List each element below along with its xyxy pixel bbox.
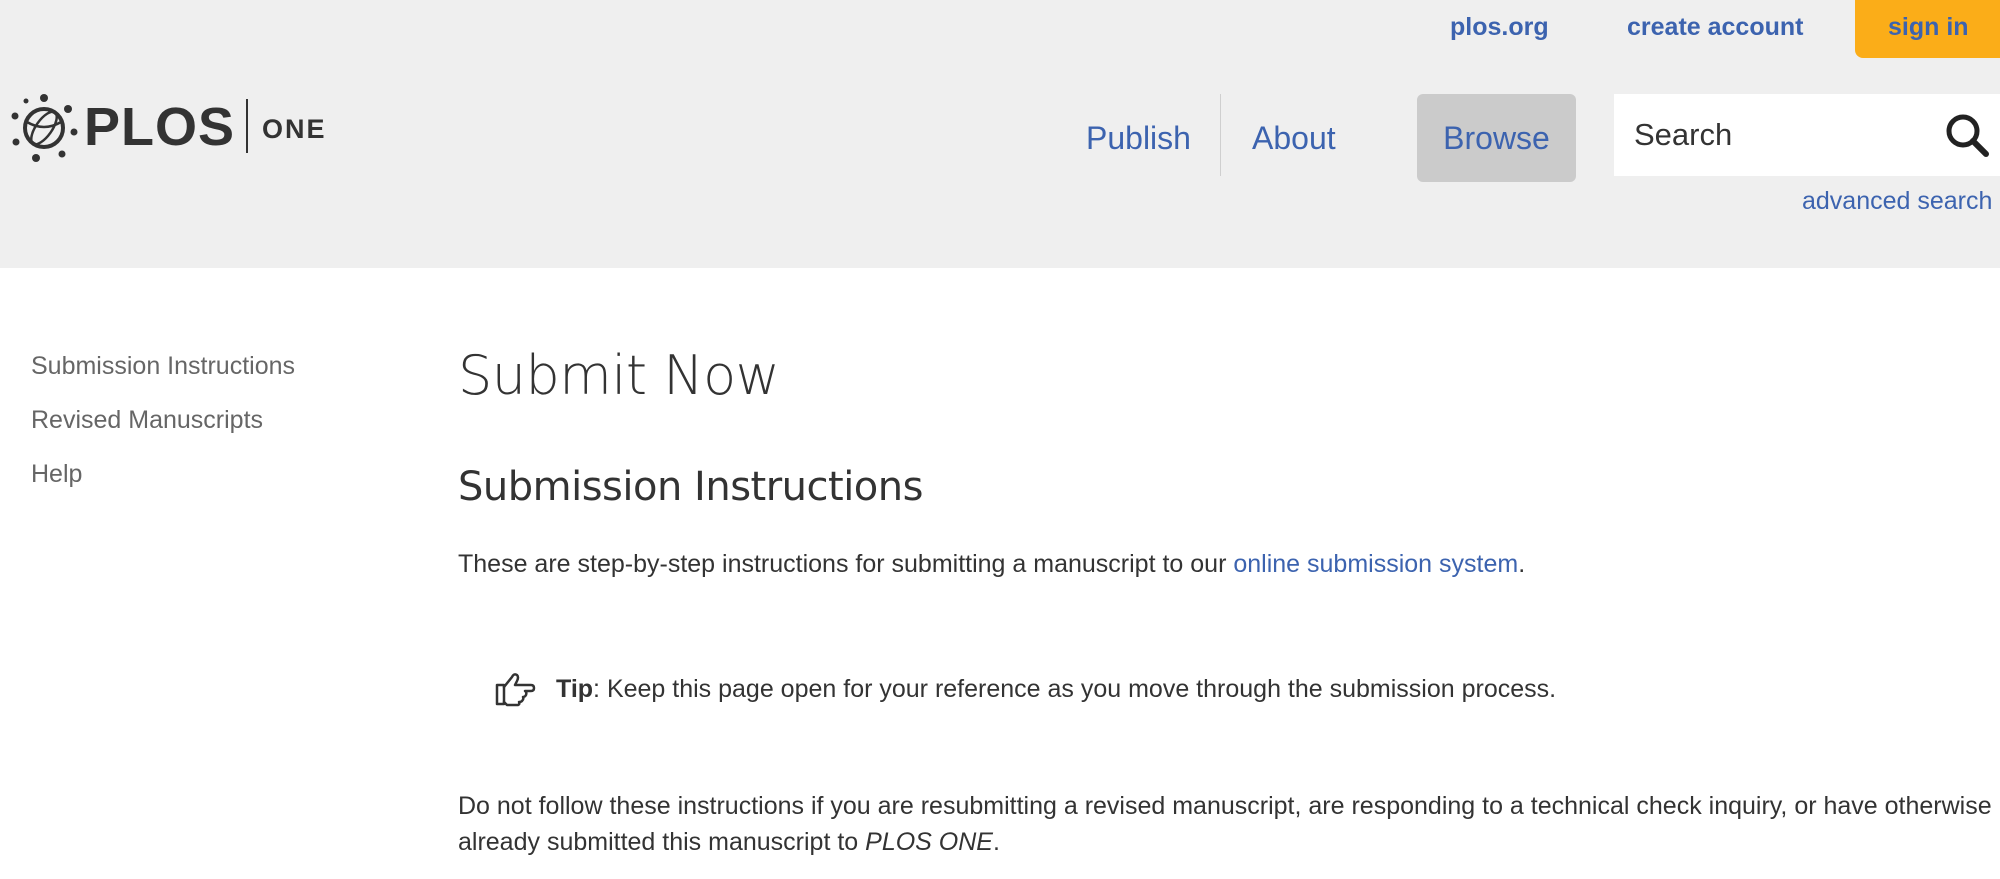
online-submission-system-link[interactable]: online submission system xyxy=(1233,550,1518,578)
site-header: plos.org create account sign in PLOS ONE… xyxy=(0,0,2000,268)
section-title: Submission Instructions xyxy=(458,464,923,510)
sign-in-label: sign in xyxy=(1888,13,1969,41)
nav-about[interactable]: About xyxy=(1252,94,1336,182)
tip-body: : Keep this page open for your reference… xyxy=(593,675,1557,703)
plos-org-link[interactable]: plos.org xyxy=(1450,13,1549,42)
logo-divider xyxy=(246,99,248,153)
resubmission-warning: Do not follow these instructions if you … xyxy=(458,788,1998,860)
warning-text: Do not follow these instructions if you … xyxy=(458,792,1992,856)
pointing-hand-icon xyxy=(495,673,536,707)
tip-text: Tip: Keep this page open for your refere… xyxy=(556,675,1556,704)
logo-journal-text: ONE xyxy=(262,114,327,144)
intro-text: These are step-by-step instructions for … xyxy=(458,550,1234,578)
intro-end: . xyxy=(1518,550,1526,578)
create-account-link[interactable]: create account xyxy=(1627,13,1803,42)
search-icon[interactable] xyxy=(1944,112,1990,158)
nav-browse[interactable]: Browse xyxy=(1417,94,1576,182)
nav-divider xyxy=(1220,94,1221,176)
sidebar-item-help[interactable]: Help xyxy=(31,454,295,508)
sidebar-item-revised-manuscripts[interactable]: Revised Manuscripts xyxy=(31,400,295,454)
search-input[interactable] xyxy=(1634,94,1934,176)
logo-brand-text: PLOS xyxy=(84,97,236,157)
search-box xyxy=(1614,94,2000,176)
sign-in-button[interactable]: sign in xyxy=(1855,0,2000,58)
page-title: Submit Now xyxy=(458,344,780,407)
sidebar-item-submission-instructions[interactable]: Submission Instructions xyxy=(31,346,295,400)
page: plos.org create account sign in PLOS ONE… xyxy=(0,0,2000,879)
sidebar-nav: Submission Instructions Revised Manuscri… xyxy=(31,346,295,508)
warning-end: . xyxy=(992,828,1000,856)
tip-label: Tip xyxy=(556,675,594,703)
top-links: plos.org create account sign in xyxy=(0,0,2000,58)
plos-globe-icon xyxy=(11,94,78,162)
intro-paragraph: These are step-by-step instructions for … xyxy=(458,550,1525,579)
plos-one-logo[interactable]: PLOS ONE xyxy=(10,92,330,162)
nav-publish[interactable]: Publish xyxy=(1086,94,1191,182)
advanced-search-link[interactable]: advanced search xyxy=(1802,187,1992,216)
warning-journal: PLOS ONE xyxy=(865,828,993,856)
